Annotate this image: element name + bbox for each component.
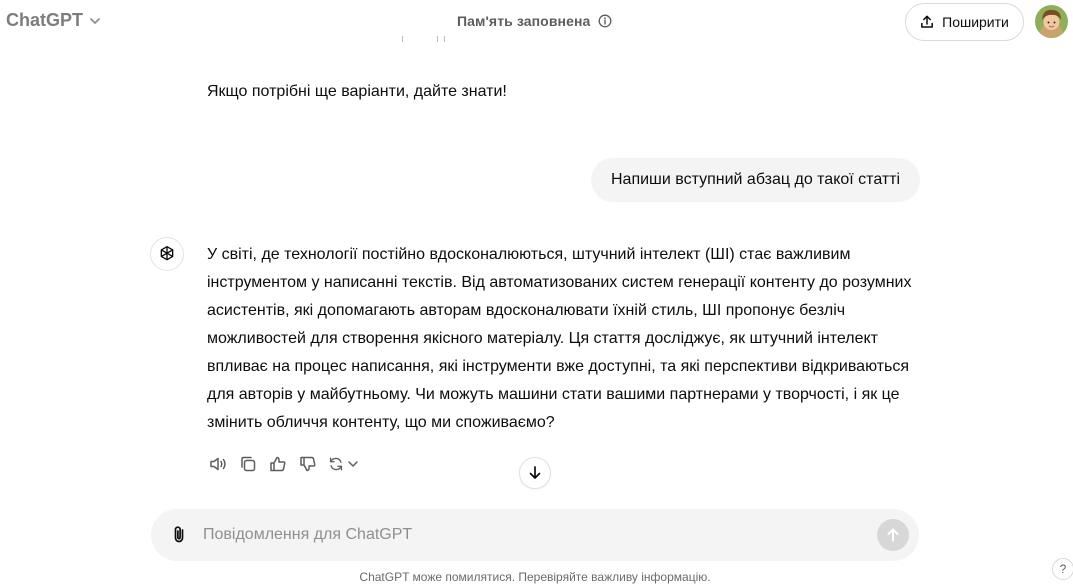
arrow-up-icon [887, 528, 899, 542]
copy-button[interactable] [237, 452, 259, 476]
model-name: ChatGPT [6, 10, 84, 30]
paperclip-icon[interactable] [167, 523, 191, 547]
user-message-bubble: Напиши вступний абзац до такої статті [591, 158, 921, 202]
refresh-icon [329, 457, 343, 471]
previous-response-closing: Якщо потрібні ще варіанти, дайте знати! [207, 83, 507, 100]
message-composer [151, 509, 919, 561]
assistant-avatar [150, 237, 184, 271]
disclaimer-text: ChatGPT може помилятися. Перевіряйте важ… [359, 570, 711, 584]
dislike-button[interactable] [297, 452, 319, 476]
memory-status: Пам'ять заповнена [457, 13, 612, 29]
thumbs-down-icon [300, 456, 316, 472]
share-button-label: Поширити [942, 14, 1009, 30]
memory-status-label: Пам'ять заповнена [457, 13, 591, 29]
help-button[interactable]: ? [1052, 558, 1073, 580]
like-button[interactable] [267, 452, 289, 476]
user-avatar[interactable] [1035, 5, 1068, 38]
clipped-previous-text [207, 36, 707, 44]
speaker-icon [210, 457, 226, 471]
message-actions [207, 452, 361, 476]
info-icon[interactable] [598, 14, 612, 28]
send-button[interactable] [877, 519, 909, 551]
assistant-message-text: У світі, де технології постійно вдоскона… [207, 246, 912, 431]
share-button[interactable]: Поширити [905, 3, 1024, 41]
chevron-down-icon [348, 461, 358, 467]
message-input[interactable] [203, 523, 863, 547]
scroll-to-bottom-button[interactable] [519, 457, 551, 489]
read-aloud-button[interactable] [207, 452, 229, 476]
user-message-text: Напиши вступний абзац до такої статті [611, 171, 901, 188]
copy-icon [241, 456, 256, 472]
regenerate-button[interactable] [327, 455, 361, 473]
arrow-down-icon [529, 466, 541, 479]
thumbs-up-icon [270, 456, 286, 472]
chevron-down-icon [90, 17, 100, 24]
user-avatar-image [1035, 5, 1068, 38]
share-upload-icon [921, 15, 934, 28]
model-selector[interactable]: ChatGPT [6, 10, 101, 31]
openai-logo-icon [160, 246, 174, 261]
